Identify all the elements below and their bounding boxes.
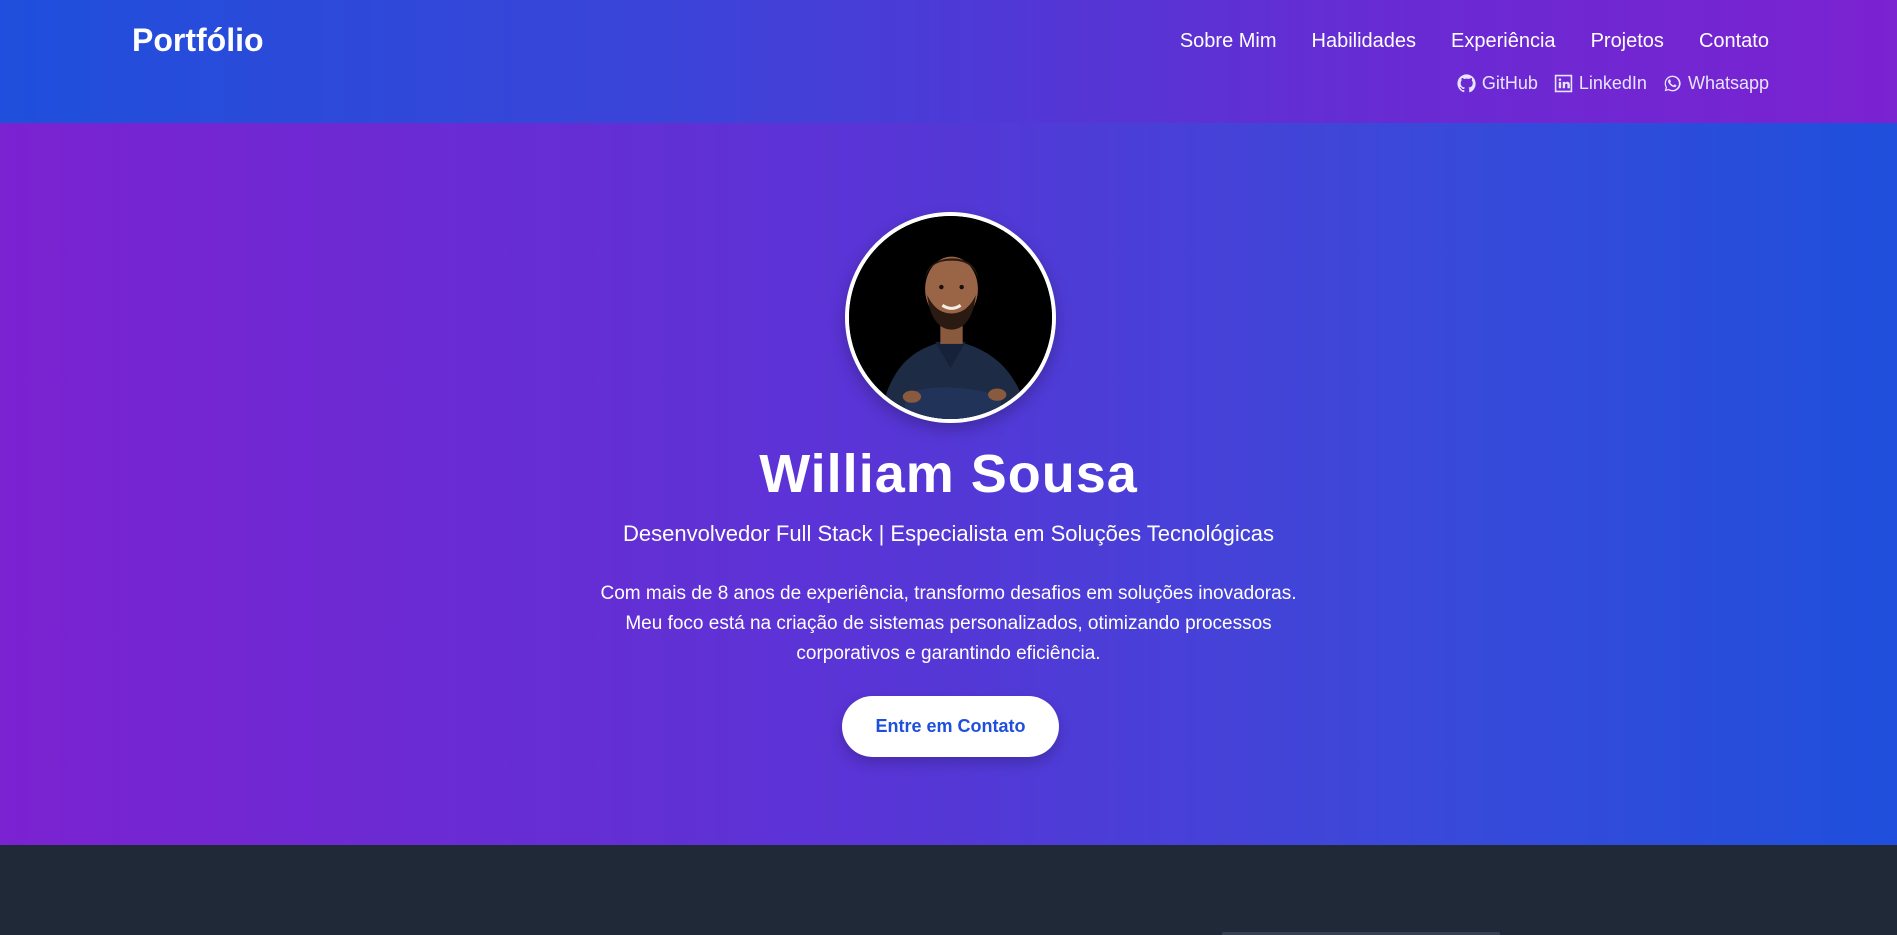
bio-line: corporativos e garantindo eficiência. xyxy=(796,643,1101,664)
whatsapp-icon xyxy=(1664,75,1681,92)
portfolio-page: Portfólio Sobre Mim Habilidades Experiên… xyxy=(0,0,1897,935)
nav-link-contato[interactable]: Contato xyxy=(1699,30,1769,53)
social-links: GitHub LinkedIn Whatsapp xyxy=(1457,73,1769,94)
nav-link-experiencia[interactable]: Experiência xyxy=(1451,30,1556,53)
avatar xyxy=(845,212,1056,423)
profile-photo xyxy=(849,216,1052,419)
main-nav: Sobre Mim Habilidades Experiência Projet… xyxy=(1180,30,1769,53)
brand-logo[interactable]: Portfólio xyxy=(132,22,264,59)
social-label-linkedin: LinkedIn xyxy=(1578,73,1647,93)
nav-link-sobre-mim[interactable]: Sobre Mim xyxy=(1180,30,1277,53)
hero-name: William Sousa xyxy=(759,444,1138,504)
hero-section: William Sousa Desenvolvedor Full Stack |… xyxy=(0,123,1897,845)
social-link-github[interactable]: GitHub xyxy=(1457,73,1538,94)
next-section xyxy=(0,845,1897,935)
bio-line: Com mais de 8 anos de experiência, trans… xyxy=(600,583,1297,604)
hero-bio: Com mais de 8 anos de experiência, trans… xyxy=(578,579,1319,669)
github-icon xyxy=(1457,74,1476,93)
nav-link-projetos[interactable]: Projetos xyxy=(1591,30,1664,53)
linkedin-icon xyxy=(1554,74,1573,93)
social-link-whatsapp[interactable]: Whatsapp xyxy=(1663,73,1769,94)
social-label-github: GitHub xyxy=(1481,73,1538,93)
contact-button[interactable]: Entre em Contato xyxy=(842,696,1059,757)
social-link-linkedin[interactable]: LinkedIn xyxy=(1554,73,1647,94)
bio-line: Meu foco está na criação de sistemas per… xyxy=(625,613,1272,634)
hero-subtitle: Desenvolvedor Full Stack | Especialista … xyxy=(623,521,1274,546)
social-label-whatsapp: Whatsapp xyxy=(1687,73,1769,93)
site-header: Portfólio Sobre Mim Habilidades Experiên… xyxy=(0,0,1897,123)
nav-link-habilidades[interactable]: Habilidades xyxy=(1312,30,1417,53)
